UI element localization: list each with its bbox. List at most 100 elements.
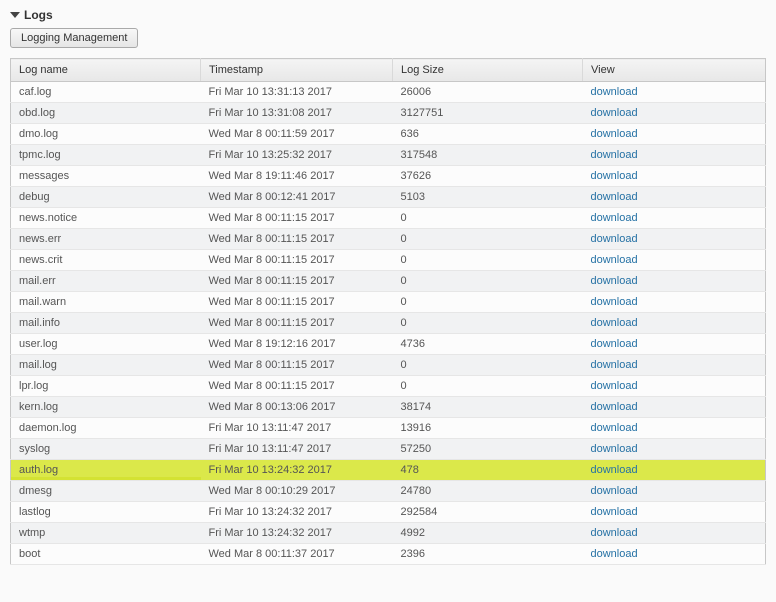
cell-timestamp: Fri Mar 10 13:31:08 2017 [201,103,393,124]
table-row: mail.errWed Mar 8 00:11:15 20170download [11,271,766,292]
cell-view: download [583,481,766,502]
col-header-size[interactable]: Log Size [393,59,583,82]
cell-log-size: 0 [393,208,583,229]
download-link[interactable]: download [591,296,638,308]
download-link[interactable]: download [591,254,638,266]
cell-log-size: 26006 [393,82,583,103]
download-link[interactable]: download [591,422,638,434]
download-link[interactable]: download [591,338,638,350]
download-link[interactable]: download [591,86,638,98]
cell-log-size: 478 [393,460,583,481]
cell-log-name: syslog [11,439,201,460]
cell-log-size: 5103 [393,187,583,208]
table-row: wtmpFri Mar 10 13:24:32 20174992download [11,523,766,544]
download-link[interactable]: download [591,464,638,476]
table-row: bootWed Mar 8 00:11:37 20172396download [11,544,766,565]
cell-log-size: 0 [393,292,583,313]
cell-log-size: 13916 [393,418,583,439]
table-row: user.logWed Mar 8 19:12:16 20174736 downl… [11,334,766,355]
table-row: mail.infoWed Mar 8 00:11:15 20170downloa… [11,313,766,334]
cell-log-name: kern.log [11,397,201,418]
cell-log-size: 0 [393,250,583,271]
cell-log-name: wtmp [11,523,201,544]
download-link[interactable]: download [591,527,638,539]
download-link[interactable]: download [591,233,638,245]
cell-log-size: 24780 [393,481,583,502]
caret-down-icon [10,12,20,18]
download-link[interactable]: download [591,107,638,119]
cell-timestamp: Wed Mar 8 00:11:15 2017 [201,292,393,313]
cell-log-size: 0 [393,313,583,334]
download-link[interactable]: download [591,401,638,413]
download-link[interactable]: download [591,170,638,182]
cell-log-size: 3127751 [393,103,583,124]
cell-timestamp: Wed Mar 8 19:11:46 2017 [201,166,393,187]
cell-log-size: 4736 [393,334,583,355]
logging-management-button[interactable]: Logging Management [10,28,138,48]
table-row: news.errWed Mar 8 00:11:15 20170download [11,229,766,250]
cell-view: download [583,208,766,229]
cell-view: download [583,292,766,313]
download-link[interactable]: download [591,317,638,329]
section-header[interactable]: Logs [10,6,766,28]
cell-timestamp: Wed Mar 8 00:11:15 2017 [201,250,393,271]
cell-view: download [583,145,766,166]
download-link[interactable]: download [591,212,638,224]
cell-log-size: 0 [393,376,583,397]
table-row: kern.logWed Mar 8 00:13:06 201738174down… [11,397,766,418]
cell-log-size: 292584 [393,502,583,523]
download-link[interactable]: download [591,149,638,161]
cell-timestamp: Wed Mar 8 00:11:37 2017 [201,544,393,565]
col-header-name[interactable]: Log name [11,59,201,82]
cell-view: download [583,460,766,481]
cell-timestamp: Wed Mar 8 00:11:59 2017 [201,124,393,145]
download-link[interactable]: download [591,128,638,140]
cell-timestamp: Wed Mar 8 00:13:06 2017 [201,397,393,418]
cell-log-size: 37626 [393,166,583,187]
cell-timestamp: Fri Mar 10 13:11:47 2017 [201,439,393,460]
cell-log-name: mail.warn [11,292,201,313]
table-row: auth.logFri Mar 10 13:24:32 2017478downl… [11,460,766,481]
download-link[interactable]: download [591,191,638,203]
cell-view: download [583,166,766,187]
cell-log-size: 4992 [393,523,583,544]
col-header-view[interactable]: View [583,59,766,82]
cell-log-name: mail.err [11,271,201,292]
download-link[interactable]: download [591,443,638,455]
cell-timestamp: Wed Mar 8 19:12:16 2017 [201,334,393,355]
download-link[interactable]: download [591,506,638,518]
cell-log-name: auth.log [11,460,201,481]
cell-timestamp: Wed Mar 8 00:11:15 2017 [201,376,393,397]
cell-view: download [583,397,766,418]
cell-view: download [583,418,766,439]
cell-timestamp: Wed Mar 8 00:11:15 2017 [201,313,393,334]
cell-timestamp: Wed Mar 8 00:11:15 2017 [201,271,393,292]
cell-log-name: user.log [11,334,201,355]
cell-view: download [583,103,766,124]
cell-log-name: news.crit [11,250,201,271]
download-link[interactable]: download [591,548,638,560]
cell-log-name: debug [11,187,201,208]
cell-timestamp: Fri Mar 10 13:25:32 2017 [201,145,393,166]
cell-log-name: lpr.log [11,376,201,397]
cell-log-size: 0 [393,229,583,250]
cell-log-name: mail.log [11,355,201,376]
table-row: caf.logFri Mar 10 13:31:13 201726006down… [11,82,766,103]
download-link[interactable]: download [591,380,638,392]
cell-timestamp: Fri Mar 10 13:24:32 2017 [201,502,393,523]
cell-log-name: dmesg [11,481,201,502]
cell-view: download [583,334,766,355]
cell-log-name: lastlog [11,502,201,523]
cell-log-size: 57250 [393,439,583,460]
col-header-timestamp[interactable]: Timestamp [201,59,393,82]
download-link[interactable]: download [591,275,638,287]
table-row: dmo.logWed Mar 8 00:11:59 2017636downloa… [11,124,766,145]
download-link[interactable]: download [591,485,638,497]
cell-log-size: 317548 [393,145,583,166]
cell-timestamp: Wed Mar 8 00:12:41 2017 [201,187,393,208]
cell-log-name: daemon.log [11,418,201,439]
cell-view: download [583,376,766,397]
download-link[interactable]: download [591,359,638,371]
cell-log-name: boot [11,544,201,565]
cell-view: download [583,82,766,103]
